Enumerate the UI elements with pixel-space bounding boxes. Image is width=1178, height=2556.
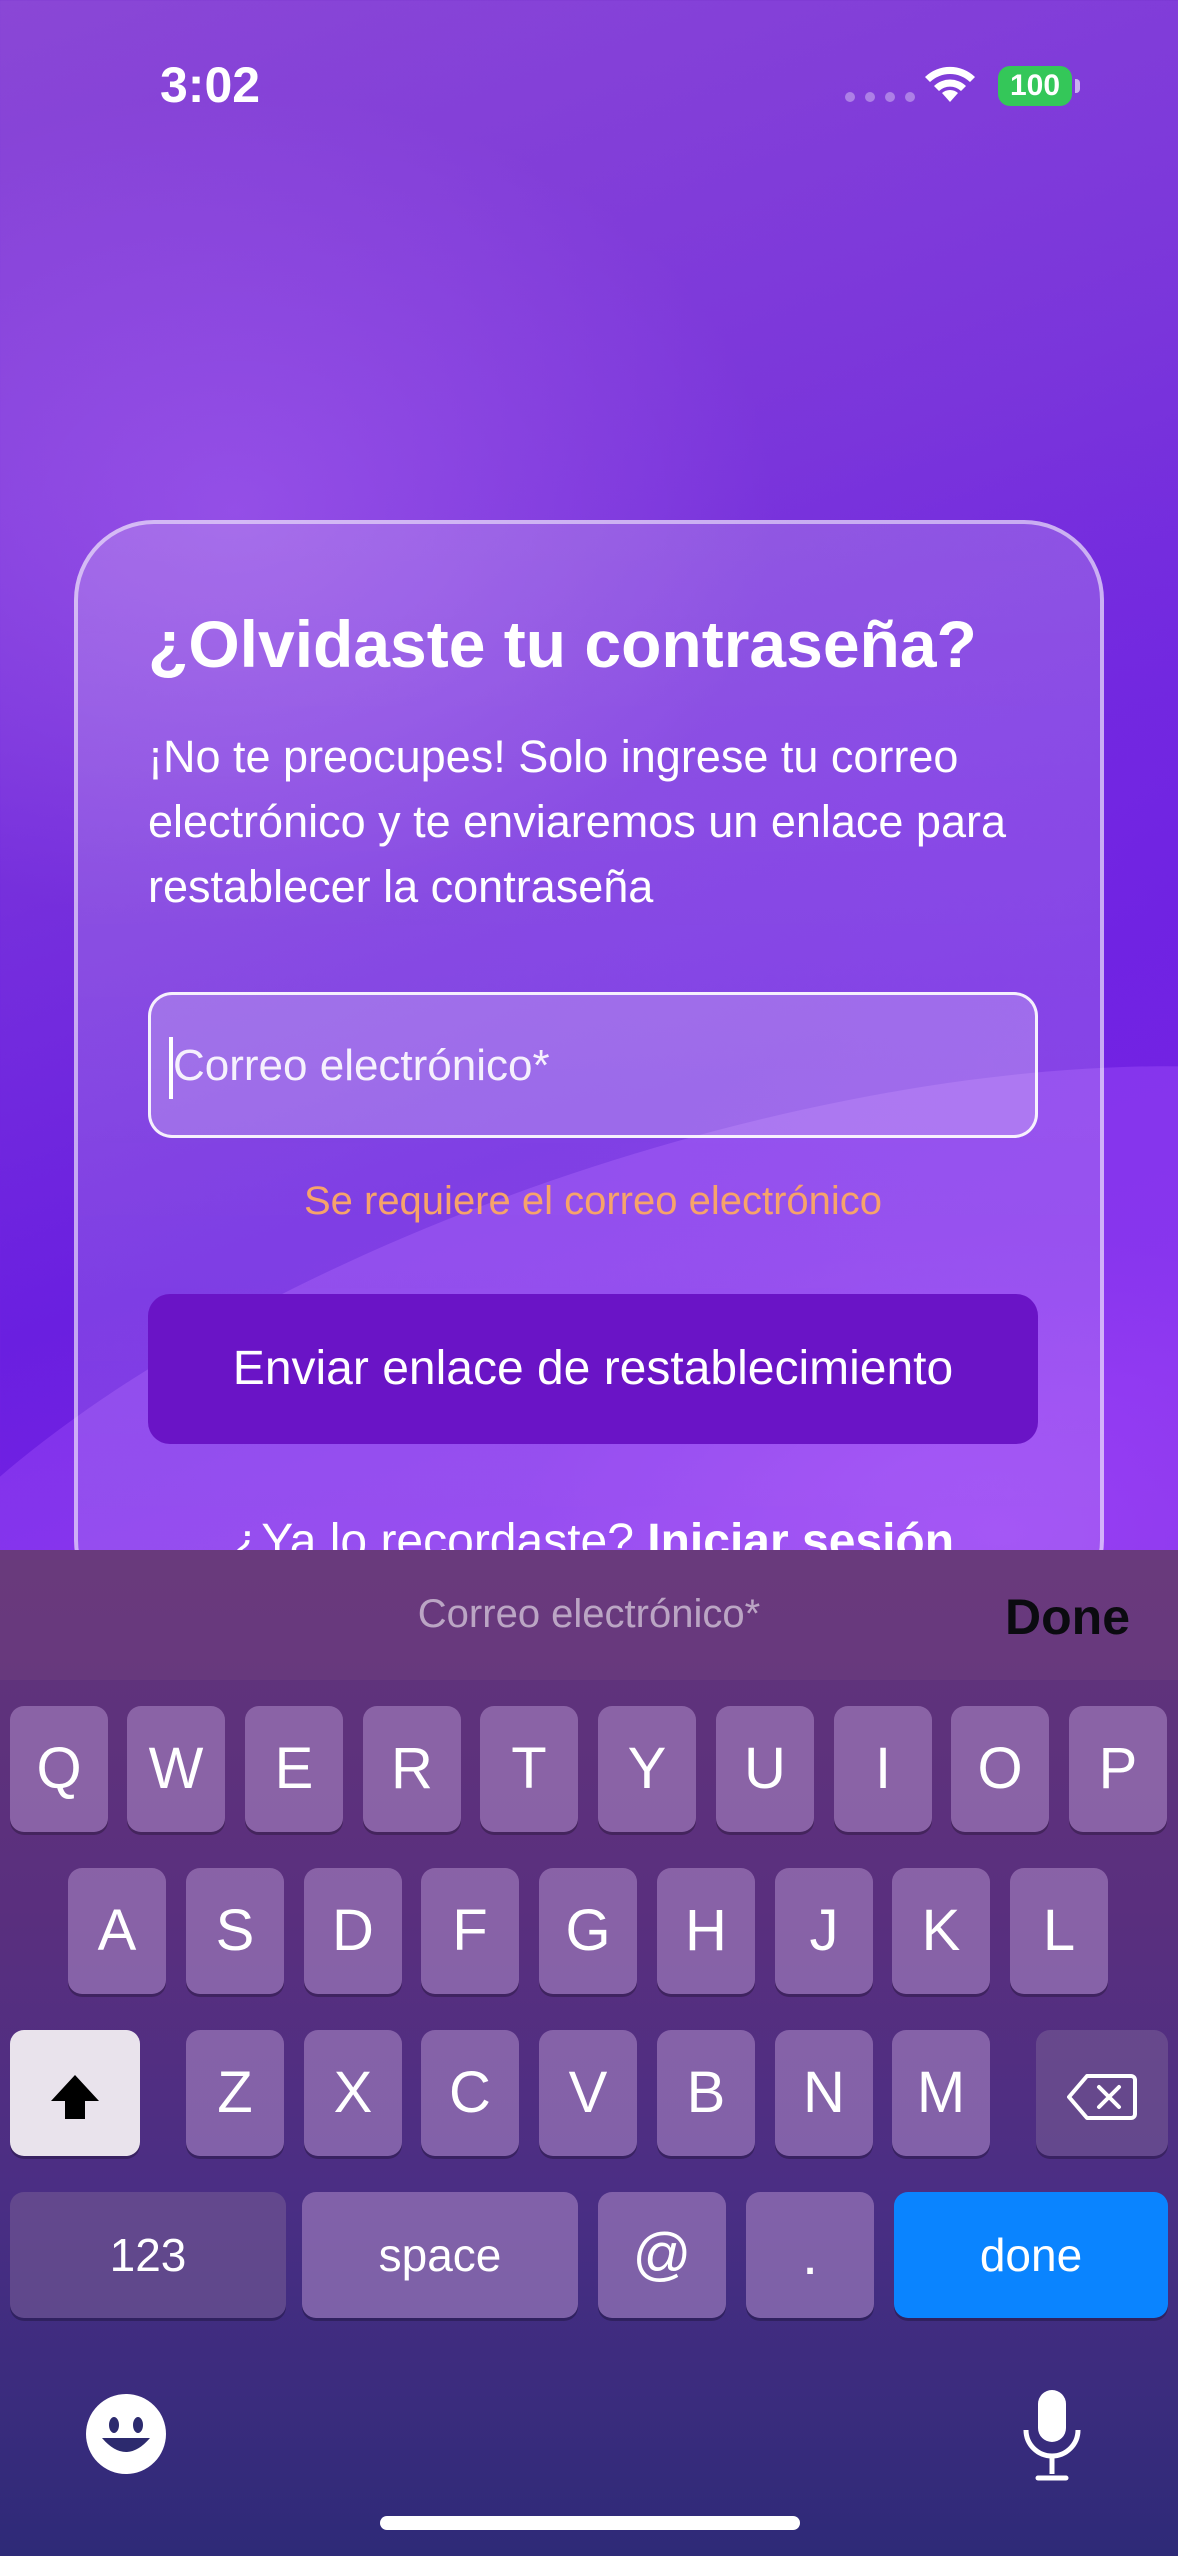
shift-icon	[51, 2074, 99, 2119]
on-screen-keyboard: Correo electrónico* Done Q W E R T Y U I…	[0, 1550, 1178, 2556]
space-key[interactable]: space	[302, 2192, 578, 2318]
key-k[interactable]: K	[892, 1868, 990, 1994]
key-l[interactable]: L	[1010, 1868, 1108, 1994]
key-e[interactable]: E	[245, 1706, 343, 1832]
emoji-icon[interactable]	[84, 2392, 168, 2476]
cellular-signal-icon	[845, 92, 915, 102]
microphone-icon[interactable]	[1018, 2386, 1086, 2486]
backspace-key[interactable]	[1036, 2030, 1168, 2156]
key-w[interactable]: W	[127, 1706, 225, 1832]
status-time: 3:02	[160, 57, 261, 113]
email-error-message: Se requiere el correo electrónico	[303, 1179, 883, 1223]
key-d[interactable]: D	[304, 1868, 402, 1994]
email-input[interactable]: Correo electrónico*	[148, 992, 1038, 1138]
key-v[interactable]: V	[539, 2030, 637, 2156]
key-o[interactable]: O	[951, 1706, 1049, 1832]
key-x[interactable]: X	[304, 2030, 402, 2156]
key-a[interactable]: A	[68, 1868, 166, 1994]
key-i[interactable]: I	[834, 1706, 932, 1832]
key-t[interactable]: T	[480, 1706, 578, 1832]
toolbar-done-button[interactable]: Done	[1005, 1588, 1130, 1646]
description-text: ¡No te preocupes! Solo ingrese tu correo…	[148, 731, 1006, 912]
key-q[interactable]: Q	[10, 1706, 108, 1832]
done-key[interactable]: done	[894, 2192, 1168, 2318]
backspace-icon	[1067, 2073, 1137, 2120]
wifi-icon	[922, 62, 978, 111]
key-m[interactable]: M	[892, 2030, 990, 2156]
page-title: ¿Olvidaste tu contraseña?	[148, 607, 977, 681]
battery-indicator: 100	[998, 66, 1080, 106]
send-reset-link-button[interactable]: Enviar enlace de restablecimiento	[148, 1294, 1038, 1444]
key-c[interactable]: C	[421, 2030, 519, 2156]
key-y[interactable]: Y	[598, 1706, 696, 1832]
key-p[interactable]: P	[1069, 1706, 1167, 1832]
key-f[interactable]: F	[421, 1868, 519, 1994]
forgot-password-card: ¿Olvidaste tu contraseña? ¡No te preocup…	[74, 520, 1104, 1620]
key-g[interactable]: G	[539, 1868, 637, 1994]
key-b[interactable]: B	[657, 2030, 755, 2156]
key-j[interactable]: J	[775, 1868, 873, 1994]
email-placeholder: Correo electrónico*	[173, 1041, 550, 1090]
keyboard-toolbar: Correo electrónico* Done	[0, 1550, 1178, 1680]
key-r[interactable]: R	[363, 1706, 461, 1832]
key-s[interactable]: S	[186, 1868, 284, 1994]
dot-key[interactable]: .	[746, 2192, 874, 2318]
shift-key[interactable]	[10, 2030, 140, 2156]
key-h[interactable]: H	[657, 1868, 755, 1994]
key-n[interactable]: N	[775, 2030, 873, 2156]
at-key[interactable]: @	[598, 2192, 726, 2318]
status-bar: 3:02 100	[0, 0, 1178, 180]
keyboard-field-label: Correo electrónico*	[417, 1592, 761, 1636]
numbers-key[interactable]: 123	[10, 2192, 286, 2318]
key-z[interactable]: Z	[186, 2030, 284, 2156]
key-u[interactable]: U	[716, 1706, 814, 1832]
home-indicator	[380, 2516, 800, 2530]
